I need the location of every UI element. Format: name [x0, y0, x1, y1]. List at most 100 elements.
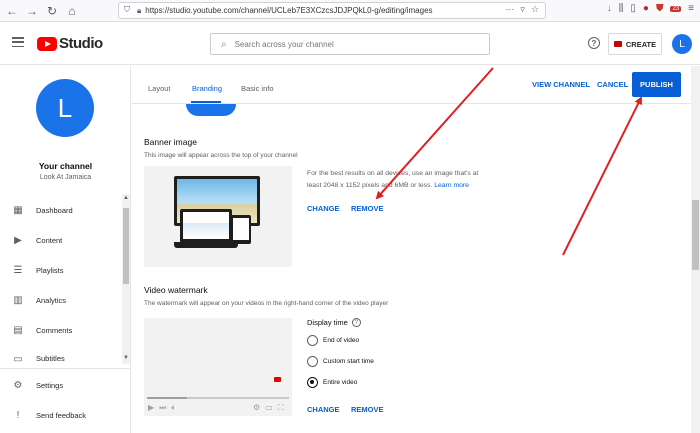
sidebar-scrollbar-thumb[interactable]: [123, 208, 129, 284]
display-time-text: Display time: [307, 318, 348, 327]
tab-branding[interactable]: Branding: [192, 84, 222, 93]
banner-section-description: This image will appear across the top of…: [144, 152, 298, 159]
radio-button[interactable]: [307, 356, 318, 367]
radio-button[interactable]: [307, 335, 318, 346]
extension-icon[interactable]: ●: [643, 3, 649, 14]
radio-end-of-video[interactable]: End of video: [307, 335, 359, 346]
watermark-section-title: Video watermark: [144, 285, 208, 295]
radio-label: Entire video: [323, 379, 358, 386]
play-icon: ▶: [148, 403, 155, 412]
back-icon[interactable]: ←: [4, 3, 20, 19]
cancel-button[interactable]: CANCEL: [597, 80, 628, 89]
create-button[interactable]: CREATE: [608, 33, 662, 55]
shield-icon[interactable]: ⛉: [124, 5, 130, 15]
miniplayer-icon: ▭: [265, 403, 273, 412]
extension-badge[interactable]: 23: [670, 5, 682, 12]
studio-logo[interactable]: Studio: [37, 35, 103, 52]
tab-basic-info[interactable]: Basic info: [241, 84, 274, 93]
banner-change-button[interactable]: CHANGE: [307, 204, 340, 213]
watermark-logo-icon: [274, 377, 281, 382]
shield-extension-icon[interactable]: ⛊: [656, 3, 664, 14]
sidebar-item-label: Subtitles: [36, 354, 65, 363]
menu-icon[interactable]: ≡: [688, 3, 694, 14]
banner-remove-button[interactable]: REMOVE: [351, 204, 384, 213]
banner-section-title: Banner image: [144, 137, 197, 147]
phone-illustration: [231, 215, 251, 244]
learn-more-link[interactable]: Learn more: [434, 182, 469, 189]
scroll-down-arrow-icon[interactable]: ▼: [123, 355, 129, 361]
main-scrollbar-thumb[interactable]: [692, 200, 699, 270]
hamburger-menu-icon[interactable]: [12, 37, 24, 47]
home-icon[interactable]: ⌂: [64, 3, 80, 19]
lock-icon[interactable]: 🔒︎: [137, 6, 141, 16]
view-channel-button[interactable]: VIEW CHANNEL: [532, 80, 590, 89]
sidebar-item-comments[interactable]: ▤ Comments: [0, 318, 122, 342]
settings-gear-icon: ⚙: [253, 403, 261, 412]
help-icon[interactable]: ?: [588, 37, 600, 49]
laptop-base: [174, 242, 238, 248]
library-icon[interactable]: ⫼: [619, 3, 624, 14]
search-input[interactable]: ⌕ Search across your channel: [210, 33, 490, 55]
playlists-icon: ☰: [13, 264, 23, 276]
sidebar-item-label: Send feedback: [36, 410, 87, 420]
profile-picture-preview: [186, 104, 236, 116]
url-text[interactable]: https://studio.youtube.com/channel/UCLeb…: [145, 6, 432, 15]
player-progress-fill: [147, 397, 187, 399]
radio-label: End of video: [323, 337, 360, 344]
search-placeholder: Search across your channel: [234, 39, 334, 49]
download-icon[interactable]: ↓: [607, 3, 612, 14]
sidebar-item-playlists[interactable]: ☰ Playlists: [0, 258, 122, 282]
watermark-remove-button[interactable]: REMOVE: [351, 405, 384, 414]
fullscreen-icon: ⛶: [277, 403, 284, 412]
scroll-up-arrow-icon[interactable]: ▲: [123, 195, 129, 201]
laptop-illustration: [180, 209, 232, 243]
watermark-section-description: The watermark will appear on your videos…: [144, 300, 389, 307]
video-camera-icon: [613, 41, 622, 47]
subtitles-icon: ▭: [13, 353, 23, 365]
reload-icon[interactable]: ↻: [44, 3, 60, 19]
banner-recommendation: For the best results on all devices, use…: [307, 168, 482, 192]
bookmark-star-icon[interactable]: ☆: [531, 4, 539, 15]
dashboard-icon: ▦: [13, 204, 23, 216]
forward-icon[interactable]: →: [24, 3, 40, 19]
player-left-controls: ▶ ⏭︎ 🔈︎: [148, 403, 176, 413]
analytics-icon: ▥: [13, 294, 23, 306]
arrow-to-publish: [562, 96, 642, 256]
pocket-icon[interactable]: ▿: [520, 4, 525, 15]
radio-label: Custom start time: [323, 358, 374, 365]
sidebar: L Your channel Look At Jamaica ▦ Dashboa…: [0, 66, 131, 433]
sidebar-item-analytics[interactable]: ▥ Analytics: [0, 288, 122, 312]
radio-custom-start-time[interactable]: Custom start time: [307, 356, 374, 367]
tab-layout[interactable]: Layout: [148, 84, 171, 93]
channel-title: Your channel: [38, 161, 93, 171]
sidebar-item-send-feedback[interactable]: ! Send feedback: [0, 403, 122, 427]
sidebar-item-dashboard[interactable]: ▦ Dashboard: [0, 198, 122, 222]
content-icon: ▶: [14, 234, 22, 246]
sidebar-toggle-icon[interactable]: ▯: [630, 3, 636, 14]
channel-avatar[interactable]: L: [36, 79, 94, 137]
comments-icon: ▤: [13, 324, 23, 336]
radio-button-selected[interactable]: [307, 377, 318, 388]
sidebar-item-settings[interactable]: ⚙ Settings: [0, 373, 122, 397]
sidebar-item-content[interactable]: ▶ Content: [0, 228, 122, 252]
account-avatar[interactable]: L: [672, 34, 692, 54]
address-bar[interactable]: ⛉ 🔒︎ https://studio.youtube.com/channel/…: [118, 2, 546, 19]
radio-entire-video[interactable]: Entire video: [307, 377, 357, 388]
watermark-preview-player: [144, 318, 292, 416]
watermark-change-button[interactable]: CHANGE: [307, 405, 340, 414]
active-tab-indicator: [191, 101, 221, 103]
more-icon[interactable]: ···: [505, 4, 514, 15]
sidebar-item-label: Dashboard: [36, 205, 73, 215]
display-time-label: Display time ?: [307, 318, 361, 327]
create-label: CREATE: [625, 39, 657, 49]
publish-button[interactable]: PUBLISH: [632, 72, 681, 97]
sidebar-item-label: Analytics: [36, 295, 67, 305]
logo-text: Studio: [59, 35, 103, 52]
search-icon: ⌕: [221, 38, 227, 50]
gear-icon: ⚙: [13, 379, 23, 391]
sidebar-item-subtitles[interactable]: ▭ Subtitles: [0, 348, 122, 366]
sidebar-item-label: Settings: [36, 380, 64, 390]
next-icon: ⏭︎: [159, 403, 167, 412]
sidebar-item-label: Playlists: [36, 265, 64, 275]
help-question-icon[interactable]: ?: [351, 318, 361, 327]
